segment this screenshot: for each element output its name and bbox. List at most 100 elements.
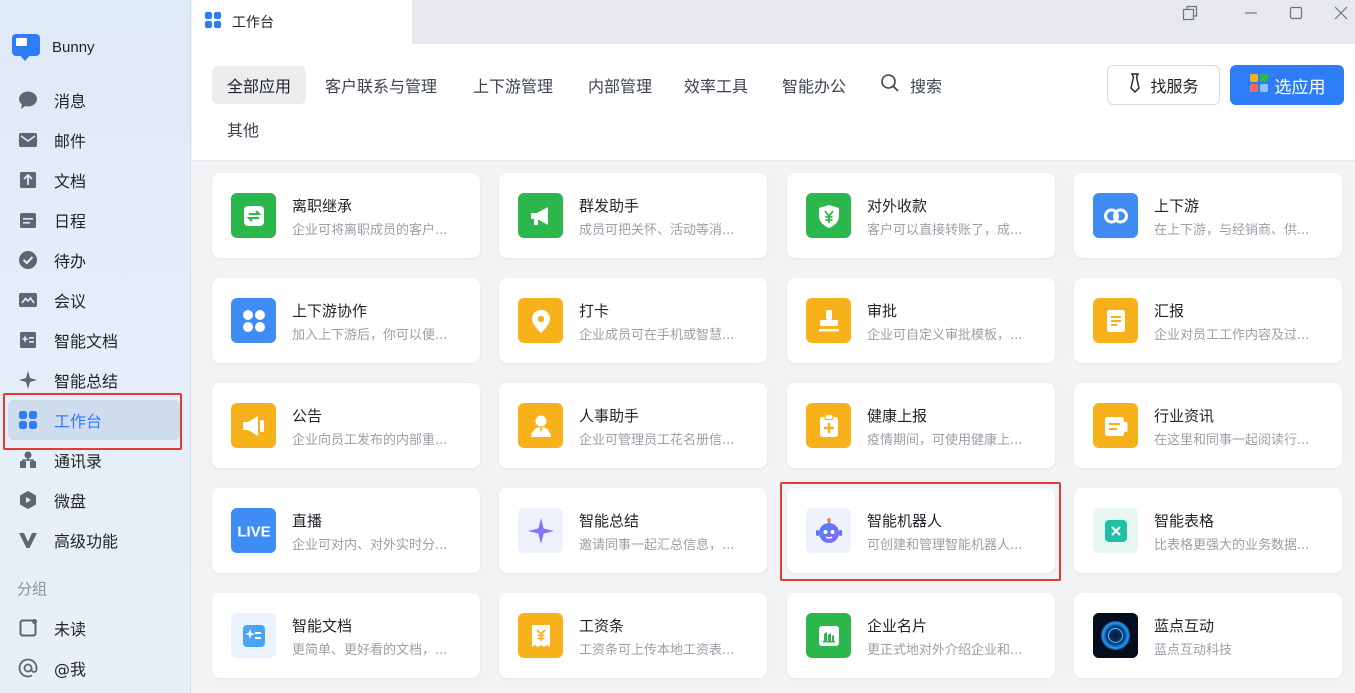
meeting-icon xyxy=(18,290,38,310)
sidebar-item-workbench[interactable]: 工作台 xyxy=(8,400,180,440)
sidebar-item-label: 会议 xyxy=(54,292,87,311)
choose-app-button[interactable]: 选应用 xyxy=(1230,65,1344,105)
app-logo-icon xyxy=(12,32,40,62)
close-icon[interactable] xyxy=(1330,4,1352,22)
link-chain-icon xyxy=(1093,193,1138,238)
app-title: 人事助手 xyxy=(579,407,640,425)
smart-doc-icon xyxy=(231,613,276,658)
tab-efficiency-tools[interactable]: 效率工具 xyxy=(669,66,763,104)
clover-icon xyxy=(231,298,276,343)
maximize-icon[interactable] xyxy=(1285,4,1307,22)
sidebar-item-contacts[interactable]: 通讯录 xyxy=(8,440,180,480)
profile[interactable]: Bunny xyxy=(12,32,95,62)
app-desc: 更正式地对外介绍企业和... xyxy=(867,643,1023,658)
app-card-smart-doc[interactable]: 智能文档 更简单、更好看的文档，... xyxy=(212,593,480,678)
sidebar-item-meeting[interactable]: 会议 xyxy=(8,280,180,320)
app-card-health-report[interactable]: 健康上报 疫情期间，可使用健康上... xyxy=(787,383,1055,468)
tab-upstream-downstream[interactable]: 上下游管理 xyxy=(458,66,568,104)
tab-internal-management[interactable]: 内部管理 xyxy=(573,66,667,104)
app-card-external-payment[interactable]: 对外收款 客户可以直接转账了，成... xyxy=(787,173,1055,258)
sidebar-item-label: 文档 xyxy=(54,172,87,191)
sidebar: Bunny 消息 邮件 文档 日程 待办 会议 智能文档 智能总结 工作台 通讯… xyxy=(0,0,191,693)
sidebar-item-label: 智能文档 xyxy=(54,332,119,351)
app-desc: 企业向员工发布的内部重... xyxy=(292,433,448,448)
app-card-blue-dot[interactable]: 蓝点互动 蓝点互动科技 xyxy=(1074,593,1342,678)
app-card-live[interactable]: LIVE 直播 企业可对内、对外实时分... xyxy=(212,488,480,573)
news-icon xyxy=(1093,403,1138,448)
app-title: 工资条 xyxy=(579,617,625,635)
sidebar-item-smart-summary[interactable]: 智能总结 xyxy=(8,360,180,400)
find-service-button[interactable]: 找服务 xyxy=(1107,65,1220,105)
app-desc: 成员可把关怀、活动等消... xyxy=(579,223,735,238)
tab-all-apps[interactable]: 全部应用 xyxy=(212,66,307,104)
report-doc-icon xyxy=(1093,298,1138,343)
tab-workbench[interactable]: 工作台 xyxy=(192,0,412,44)
search-button[interactable]: 搜索 xyxy=(880,66,942,104)
mail-icon xyxy=(18,130,38,150)
sidebar-item-messages[interactable]: 消息 xyxy=(8,80,180,120)
app-card-upstream-collab[interactable]: 上下游协作 加入上下游后，你可以便... xyxy=(212,278,480,363)
pop-out-window-icon[interactable] xyxy=(1179,4,1201,22)
tab-label: 工作台 xyxy=(232,15,274,31)
tie-icon xyxy=(1128,73,1142,97)
app-card-business-card[interactable]: 企业名片 更正式地对外介绍企业和... xyxy=(787,593,1055,678)
app-desc: 企业可管理员工花名册信... xyxy=(579,433,735,448)
tab-customer-contact[interactable]: 客户联系与管理 xyxy=(310,66,452,104)
app-desc: 在这里和同事一起阅读行... xyxy=(1154,433,1310,448)
app-card-smart-summary[interactable]: 智能总结 邀请同事一起汇总信息，... xyxy=(499,488,767,573)
app-card-mass-message[interactable]: 群发助手 成员可把关怀、活动等消... xyxy=(499,173,767,258)
sidebar-item-label: 消息 xyxy=(54,92,87,111)
app-title: 打卡 xyxy=(579,302,610,320)
sidebar-item-smart-doc[interactable]: 智能文档 xyxy=(8,320,180,360)
sidebar-item-label: 微盘 xyxy=(54,492,87,511)
app-card-resign-transfer[interactable]: 离职继承 企业可将离职成员的客户... xyxy=(212,173,480,258)
app-card-check-in[interactable]: 打卡 企业成员可在手机或智慧... xyxy=(499,278,767,363)
sidebar-item-advanced[interactable]: 高级功能 xyxy=(8,520,180,560)
app-desc: 加入上下游后，你可以便... xyxy=(292,328,448,343)
live-icon: LIVE xyxy=(231,508,276,553)
choose-app-label: 选应用 xyxy=(1274,77,1326,98)
app-desc: 客户可以直接转账了，成... xyxy=(867,223,1023,238)
sidebar-item-mentions[interactable]: @我 xyxy=(8,648,180,688)
app-title: 群发助手 xyxy=(579,197,640,215)
health-clipboard-icon xyxy=(806,403,851,448)
minimize-icon[interactable] xyxy=(1240,4,1262,22)
app-title: 企业名片 xyxy=(867,617,928,635)
megaphone-icon xyxy=(518,193,563,238)
sidebar-item-calendar[interactable]: 日程 xyxy=(8,200,180,240)
sidebar-item-todo[interactable]: 待办 xyxy=(8,240,180,280)
app-title: 健康上报 xyxy=(867,407,928,425)
app-card-approval[interactable]: 审批 企业可自定义审批模板，... xyxy=(787,278,1055,363)
yuan-shield-icon xyxy=(806,193,851,238)
cloud-drive-icon xyxy=(18,490,38,510)
app-card-smart-sheet[interactable]: 智能表格 比表格更强大的业务数据... xyxy=(1074,488,1342,573)
app-desc: 更简单、更好看的文档，... xyxy=(292,643,448,658)
app-desc: 比表格更强大的业务数据... xyxy=(1154,538,1310,553)
sidebar-item-unread[interactable]: 未读 xyxy=(8,608,180,648)
app-card-payslip[interactable]: 工资条 工资条可上传本地工资表... xyxy=(499,593,767,678)
sidebar-item-docs[interactable]: 文档 xyxy=(8,160,180,200)
stamp-icon xyxy=(806,298,851,343)
tab-other[interactable]: 其他 xyxy=(212,110,274,148)
app-card-industry-news[interactable]: 行业资讯 在这里和同事一起阅读行... xyxy=(1074,383,1342,468)
sparkle-icon xyxy=(18,370,38,390)
app-card-report[interactable]: 汇报 企业对员工工作内容及过... xyxy=(1074,278,1342,363)
app-card-hr-assistant[interactable]: 人事助手 企业可管理员工花名册信... xyxy=(499,383,767,468)
sidebar-item-label: @我 xyxy=(54,660,87,679)
sidebar-item-drive[interactable]: 微盘 xyxy=(8,480,180,520)
tab-smart-office[interactable]: 智能办公 xyxy=(767,66,861,104)
sidebar-item-mail[interactable]: 邮件 xyxy=(8,120,180,160)
sidebar-item-label: 未读 xyxy=(54,620,87,639)
app-title: 审批 xyxy=(867,302,898,320)
app-card-smart-robot[interactable]: 智能机器人 可创建和管理智能机器人... xyxy=(787,488,1055,573)
app-card-upstream[interactable]: 上下游 在上下游，与经销商、供... xyxy=(1074,173,1342,258)
app-card-announcement[interactable]: 公告 企业向员工发布的内部重... xyxy=(212,383,480,468)
app-title: 离职继承 xyxy=(292,197,353,215)
category-header: 全部应用 客户联系与管理 上下游管理 内部管理 效率工具 智能办公 搜索 其他 … xyxy=(192,44,1355,161)
find-service-label: 找服务 xyxy=(1150,77,1199,96)
blue-dot-logo-icon xyxy=(1093,613,1138,658)
app-desc: 企业成员可在手机或智慧... xyxy=(579,328,735,343)
person-icon xyxy=(518,403,563,448)
calendar-icon xyxy=(18,210,38,230)
app-title: 上下游协作 xyxy=(292,302,368,320)
